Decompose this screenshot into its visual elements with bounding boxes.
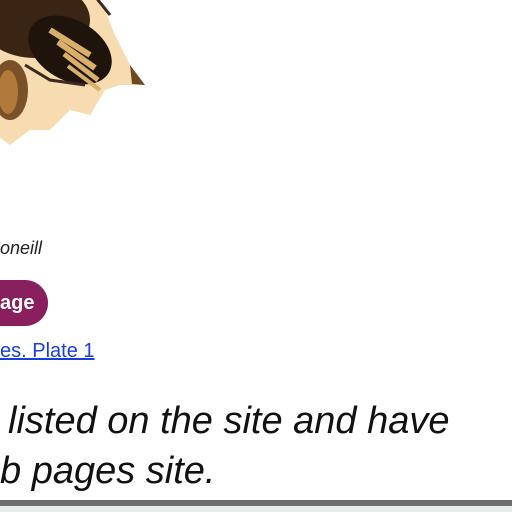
page: oneill age es. Plate 1 listed on the sit… — [0, 0, 512, 512]
footer-strip — [0, 506, 512, 512]
author-username: oneill — [0, 238, 43, 258]
notice-text-line-1: listed on the site and have — [8, 400, 450, 442]
source-plate-link[interactable]: es. Plate 1 — [0, 340, 95, 363]
beetle-illustration-image — [0, 0, 145, 145]
image-action-button[interactable]: age — [0, 280, 49, 326]
notice-text-line-2: b pages site. — [0, 450, 216, 492]
